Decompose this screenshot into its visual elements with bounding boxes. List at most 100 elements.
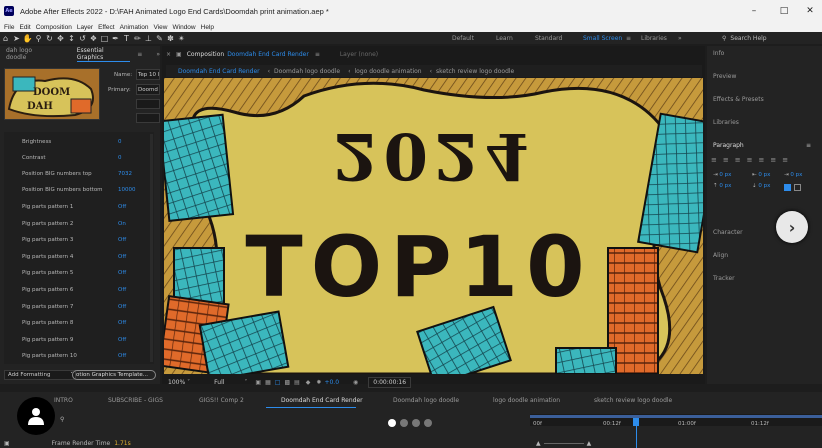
workspace-standard[interactable]: Standard (535, 32, 562, 44)
justify-left-icon[interactable]: ≡ (747, 156, 753, 166)
maximize-button[interactable]: □ (770, 0, 798, 22)
hand-tool-icon[interactable]: ✋ (22, 33, 33, 44)
zoom-out-icon[interactable]: ▲ (536, 440, 541, 447)
rectangle-tool-icon[interactable]: □ (99, 33, 110, 44)
property-value[interactable]: Off (118, 254, 126, 260)
menu-file[interactable]: File (4, 24, 14, 31)
property-value[interactable]: 10000 (118, 187, 136, 193)
breadcrumb-item[interactable]: logo doodle animation (354, 68, 421, 75)
user-avatar[interactable] (17, 397, 55, 435)
anchor-tool-icon[interactable]: ❖ (88, 33, 99, 44)
lock-icon[interactable]: ▣ (176, 51, 182, 58)
align-panel-tab[interactable]: Align (713, 252, 728, 259)
snapshot-icon[interactable]: ▣ (255, 379, 261, 386)
page-dot-active[interactable] (388, 419, 396, 427)
workspace-libraries[interactable]: Libraries (641, 32, 667, 44)
breadcrumb-item[interactable]: Doomdah logo doodle (274, 68, 340, 75)
timeline-tab-gigs-comp[interactable]: GIGS!! Comp 2 (199, 397, 244, 404)
indent-left-field[interactable]: ⇥ 0 px (713, 172, 731, 178)
page-dot[interactable] (400, 419, 408, 427)
active-comp-tab[interactable]: Doomdah End Card Render (227, 51, 309, 58)
property-value[interactable]: Off (118, 320, 126, 326)
ltr-direction-icon[interactable] (784, 184, 791, 191)
property-row[interactable]: Position BIG numbers bottom 10000 (4, 182, 152, 198)
panel-menu-icon[interactable]: ≡ (315, 51, 320, 58)
zoom-dropdown[interactable]: 100% (168, 379, 185, 386)
breadcrumb-item[interactable]: sketch review logo doodle (436, 68, 514, 75)
menu-effect[interactable]: Effect (98, 24, 115, 31)
paragraph-menu-icon[interactable]: ≡ (806, 142, 811, 149)
align-right-icon[interactable]: ≡ (735, 156, 741, 166)
space-before-field[interactable]: ⇡ 0 px (713, 183, 731, 189)
properties-scrollbar[interactable] (150, 134, 153, 362)
property-value[interactable]: On (118, 221, 126, 227)
home-icon[interactable]: ⌂ (0, 33, 11, 44)
property-row[interactable]: Position BIG numbers top 7032 (4, 166, 152, 182)
puppet-tool-icon[interactable]: ✴ (176, 33, 187, 44)
chevron-down-icon[interactable]: ˅ (187, 379, 190, 386)
next-arrow-button[interactable]: › (776, 211, 808, 243)
timeline-tab-sketch-review[interactable]: sketch review logo doodle (594, 397, 672, 404)
zoom-tool-icon[interactable]: ⚲ (33, 33, 44, 44)
orbit-tool-icon[interactable]: ↻ (44, 33, 55, 44)
search-help-field[interactable]: ⚲ Search Help (722, 33, 818, 43)
workspace-overflow-icon[interactable]: » (678, 32, 682, 44)
align-left-icon[interactable]: ≡ (711, 156, 717, 166)
menu-window[interactable]: Window (173, 24, 196, 31)
solo-properties-field[interactable] (136, 113, 160, 123)
add-formatting-dropdown[interactable]: Add Formatting ˅ (4, 370, 76, 380)
justify-all-icon[interactable]: ≡ (782, 156, 788, 166)
workspace-menu-icon[interactable]: ≡ (626, 32, 631, 44)
property-row[interactable]: Pig parts pattern 8 Off (4, 315, 152, 331)
property-value[interactable]: Off (118, 237, 126, 243)
timeline-tab-intro[interactable]: INTRO (54, 397, 73, 404)
indent-right-field[interactable]: ⇤ 0 px (752, 172, 770, 178)
property-value[interactable]: Off (118, 270, 126, 276)
property-row[interactable]: Pig parts pattern 7 Off (4, 299, 152, 315)
property-value[interactable]: Off (118, 353, 126, 359)
exposure-value[interactable]: +0.0 (324, 379, 339, 386)
libraries-panel-tab[interactable]: Libraries (713, 119, 739, 126)
mask-icon[interactable]: □ (275, 379, 281, 386)
workspace-default[interactable]: Default (452, 32, 474, 44)
playhead[interactable] (633, 418, 639, 426)
page-dot[interactable] (412, 419, 420, 427)
justify-center-icon[interactable]: ≡ (759, 156, 765, 166)
timecode-field[interactable]: 0:00:00:16 (368, 376, 412, 388)
pen-tool-icon[interactable]: ✒ (110, 33, 121, 44)
pan-tool-icon[interactable]: ✥ (55, 33, 66, 44)
zoom-slider[interactable]: ▲ ▲ (536, 438, 591, 448)
property-row[interactable]: Pig parts pattern 4 Off (4, 249, 152, 265)
menu-layer[interactable]: Layer (77, 24, 93, 31)
menu-view[interactable]: View (154, 24, 168, 31)
timeline-tab-logo-animation[interactable]: logo doodle animation (493, 397, 560, 404)
primary-comp-dropdown[interactable]: Doomd (136, 84, 160, 95)
timeline-search-field[interactable]: ⚲ (60, 416, 180, 426)
menu-help[interactable]: Help (201, 24, 214, 31)
menu-composition[interactable]: Composition (36, 24, 72, 31)
tab-logo-doodle[interactable]: dah logo doodle (6, 47, 53, 61)
property-row[interactable]: Brightness 0 (4, 134, 152, 150)
property-row[interactable]: Pig parts pattern 3 Off (4, 232, 152, 248)
breadcrumb-item[interactable]: Doomdah End Card Render (178, 68, 260, 75)
property-value[interactable]: 7032 (118, 171, 132, 177)
property-value[interactable]: 0 (118, 155, 122, 161)
camera-icon[interactable]: ◉ (353, 379, 358, 386)
property-value[interactable]: 0 (118, 139, 122, 145)
tab-essential-graphics[interactable]: Essential Graphics (76, 47, 131, 62)
workspace-learn[interactable]: Learn (496, 32, 513, 44)
property-row[interactable]: Pig parts pattern 1 Off (4, 199, 152, 215)
paragraph-panel-tab[interactable]: Paragraph (713, 142, 744, 149)
rtl-direction-icon[interactable] (794, 184, 801, 191)
info-panel-tab[interactable]: Info (713, 50, 724, 57)
menu-edit[interactable]: Edit (19, 24, 30, 31)
render-toggle-icon[interactable]: ▣ (4, 440, 10, 447)
zoom-track[interactable] (543, 442, 584, 444)
chevron-down-icon[interactable]: ˅ (244, 379, 247, 386)
property-row[interactable]: Pig parts pattern 10 Off (4, 348, 152, 364)
property-value[interactable]: Off (118, 287, 126, 293)
composition-canvas[interactable]: 2024 TOP10 (164, 78, 703, 374)
clone-stamp-icon[interactable]: ⊥ (143, 33, 154, 44)
menu-animation[interactable]: Animation (120, 24, 149, 31)
property-row[interactable]: Contrast 0 (4, 150, 152, 166)
